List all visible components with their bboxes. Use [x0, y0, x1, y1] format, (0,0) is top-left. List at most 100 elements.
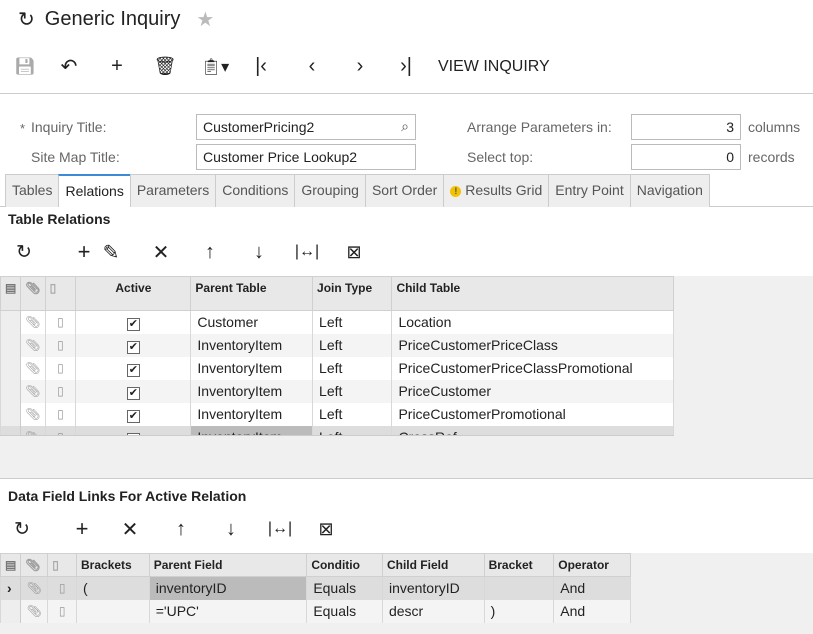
move-down-icon[interactable]: ↓: [232, 241, 286, 264]
col-active[interactable]: Active: [75, 276, 192, 311]
select-top-input[interactable]: 0: [631, 144, 741, 170]
move-down-icon[interactable]: ↓: [204, 518, 258, 541]
tab-entry-point[interactable]: Entry Point: [548, 174, 631, 207]
join-type-cell[interactable]: Left: [312, 310, 393, 334]
row-selector[interactable]: [0, 333, 22, 357]
last-record-icon[interactable]: ›|: [388, 55, 424, 78]
tab-sort-order[interactable]: Sort Order: [364, 174, 445, 207]
favorite-star-icon[interactable]: ★: [196, 7, 214, 32]
undo-icon[interactable]: ↶: [34, 54, 104, 79]
col-child-table[interactable]: Child Table: [391, 276, 674, 311]
join-type-cell[interactable]: Left: [312, 333, 393, 357]
add-icon[interactable]: +: [104, 55, 130, 78]
tab-grouping[interactable]: Grouping: [294, 174, 366, 207]
table-row[interactable]: 📎︎ ▯ ✔ InventoryItem Left PriceCustomerPriceC…: [0, 333, 674, 357]
brackets-cell[interactable]: (: [76, 576, 150, 600]
note-icon[interactable]: ▯: [44, 310, 77, 334]
checkbox[interactable]: ✔: [126, 317, 140, 331]
parent-table-cell[interactable]: Customer: [190, 310, 314, 334]
tab-navigation[interactable]: Navigation: [629, 174, 710, 207]
join-type-cell[interactable]: Left: [312, 425, 393, 435]
checkbox[interactable]: ✔: [126, 386, 140, 400]
fit-columns-icon[interactable]: |↔|: [258, 520, 302, 538]
child-table-cell[interactable]: PriceCustomerPromotional: [391, 402, 674, 426]
bracket-cell[interactable]: ): [483, 599, 555, 623]
table-row[interactable]: 📎︎ ▯ ='UPC' Equals descr) And: [0, 599, 631, 623]
condition-cell[interactable]: Equals: [306, 599, 383, 623]
attachment-icon[interactable]: 📎︎: [20, 333, 46, 357]
move-up-icon[interactable]: ↑: [188, 241, 232, 264]
attachment-icon[interactable]: 📎︎: [20, 402, 46, 426]
join-type-cell[interactable]: Left: [312, 356, 393, 380]
parent-field-cell[interactable]: inventoryID: [148, 576, 308, 600]
note-icon[interactable]: ▯: [47, 576, 78, 600]
operator-cell[interactable]: And: [553, 576, 631, 600]
edit-icon[interactable]: ✎: [88, 240, 134, 265]
row-selector[interactable]: [0, 599, 22, 623]
row-selector-header-icon[interactable]: ▤: [0, 276, 22, 311]
arrange-parameters-input[interactable]: 3: [631, 114, 741, 140]
col-child-field[interactable]: Child Field: [381, 553, 485, 577]
tab-tables[interactable]: Tables: [5, 174, 60, 207]
active-checkbox[interactable]: ✔: [75, 402, 192, 426]
attachment-icon[interactable]: 📎︎: [20, 576, 49, 600]
attachment-icon[interactable]: 📎︎: [20, 356, 46, 380]
note-icon[interactable]: ▯: [44, 425, 77, 435]
site-map-title-input[interactable]: Customer Price Lookup2: [196, 144, 416, 170]
col-parent-table[interactable]: Parent Table: [190, 276, 314, 311]
table-row[interactable]: 📎︎ ▯ ✔ Customer Left Location: [0, 310, 674, 334]
table-row[interactable]: ›📎︎▯ ✔ InventoryItemLeftCrossRef: [0, 425, 674, 435]
active-checkbox[interactable]: ✔: [75, 379, 192, 403]
operator-cell[interactable]: And: [553, 599, 631, 623]
view-inquiry-button[interactable]: VIEW INQUIRY: [438, 58, 550, 76]
note-icon[interactable]: ▯: [47, 599, 78, 623]
checkbox[interactable]: ✔: [126, 432, 140, 435]
row-selector[interactable]: ›: [0, 576, 22, 600]
join-type-cell[interactable]: Left: [312, 402, 393, 426]
active-checkbox[interactable]: ✔: [75, 310, 192, 334]
tab-conditions[interactable]: Conditions: [215, 174, 296, 207]
first-record-icon[interactable]: |‹: [230, 55, 292, 78]
col-parent-field[interactable]: Parent Field: [148, 553, 308, 577]
child-field-cell[interactable]: inventoryID: [381, 576, 485, 600]
previous-icon[interactable]: ‹: [292, 55, 332, 78]
condition-cell[interactable]: Equals: [306, 576, 383, 600]
attachment-icon[interactable]: 📎︎: [20, 425, 46, 435]
delete-icon[interactable]: 🗑︎: [130, 56, 200, 77]
add-row-icon[interactable]: +: [62, 516, 102, 542]
parent-table-cell[interactable]: InventoryItem: [190, 402, 314, 426]
checkbox[interactable]: ✔: [126, 363, 140, 377]
row-selector[interactable]: [0, 356, 22, 380]
table-row[interactable]: 📎︎ ▯ ✔ InventoryItem Left PriceCustomerPriceC…: [0, 356, 674, 380]
parent-table-cell[interactable]: InventoryItem: [190, 333, 314, 357]
brackets-cell[interactable]: [76, 599, 150, 623]
active-checkbox[interactable]: ✔: [75, 333, 192, 357]
col-bracket[interactable]: Bracket: [483, 553, 555, 577]
col-condition[interactable]: Conditio: [306, 553, 383, 577]
bracket-cell[interactable]: [483, 576, 555, 600]
parent-table-cell[interactable]: InventoryItem: [190, 356, 314, 380]
child-table-cell[interactable]: PriceCustomerPriceClass: [391, 333, 674, 357]
export-excel-icon[interactable]: ⊠: [302, 519, 350, 540]
join-type-cell[interactable]: Left: [312, 379, 393, 403]
parent-table-cell[interactable]: InventoryItem: [190, 425, 314, 435]
parent-table-cell[interactable]: InventoryItem: [190, 379, 314, 403]
tab-parameters[interactable]: Parameters: [129, 174, 217, 207]
row-selector[interactable]: [0, 310, 22, 334]
active-checkbox[interactable]: ✔: [75, 356, 192, 380]
checkbox[interactable]: ✔: [126, 340, 140, 354]
table-row[interactable]: › 📎︎ ▯(inventoryID Equals inventoryID And: [0, 576, 631, 600]
table-row[interactable]: 📎︎ ▯ ✔ InventoryItem Left PriceCustomerPromot…: [0, 402, 674, 426]
save-icon[interactable]: 💾︎: [14, 57, 36, 77]
move-up-icon[interactable]: ↑: [158, 518, 204, 541]
child-table-cell[interactable]: PriceCustomer: [391, 379, 674, 403]
paste-icon[interactable]: 📋︎▾: [200, 57, 230, 77]
next-icon[interactable]: ›: [332, 55, 388, 78]
note-icon[interactable]: ▯: [44, 402, 77, 426]
attachment-icon[interactable]: 📎︎: [20, 379, 46, 403]
col-join-type[interactable]: Join Type: [312, 276, 393, 311]
note-icon[interactable]: ▯: [44, 333, 77, 357]
col-operator[interactable]: Operator: [553, 553, 631, 577]
export-excel-icon[interactable]: ⊠: [328, 242, 380, 263]
tab-relations[interactable]: Relations: [58, 174, 131, 207]
